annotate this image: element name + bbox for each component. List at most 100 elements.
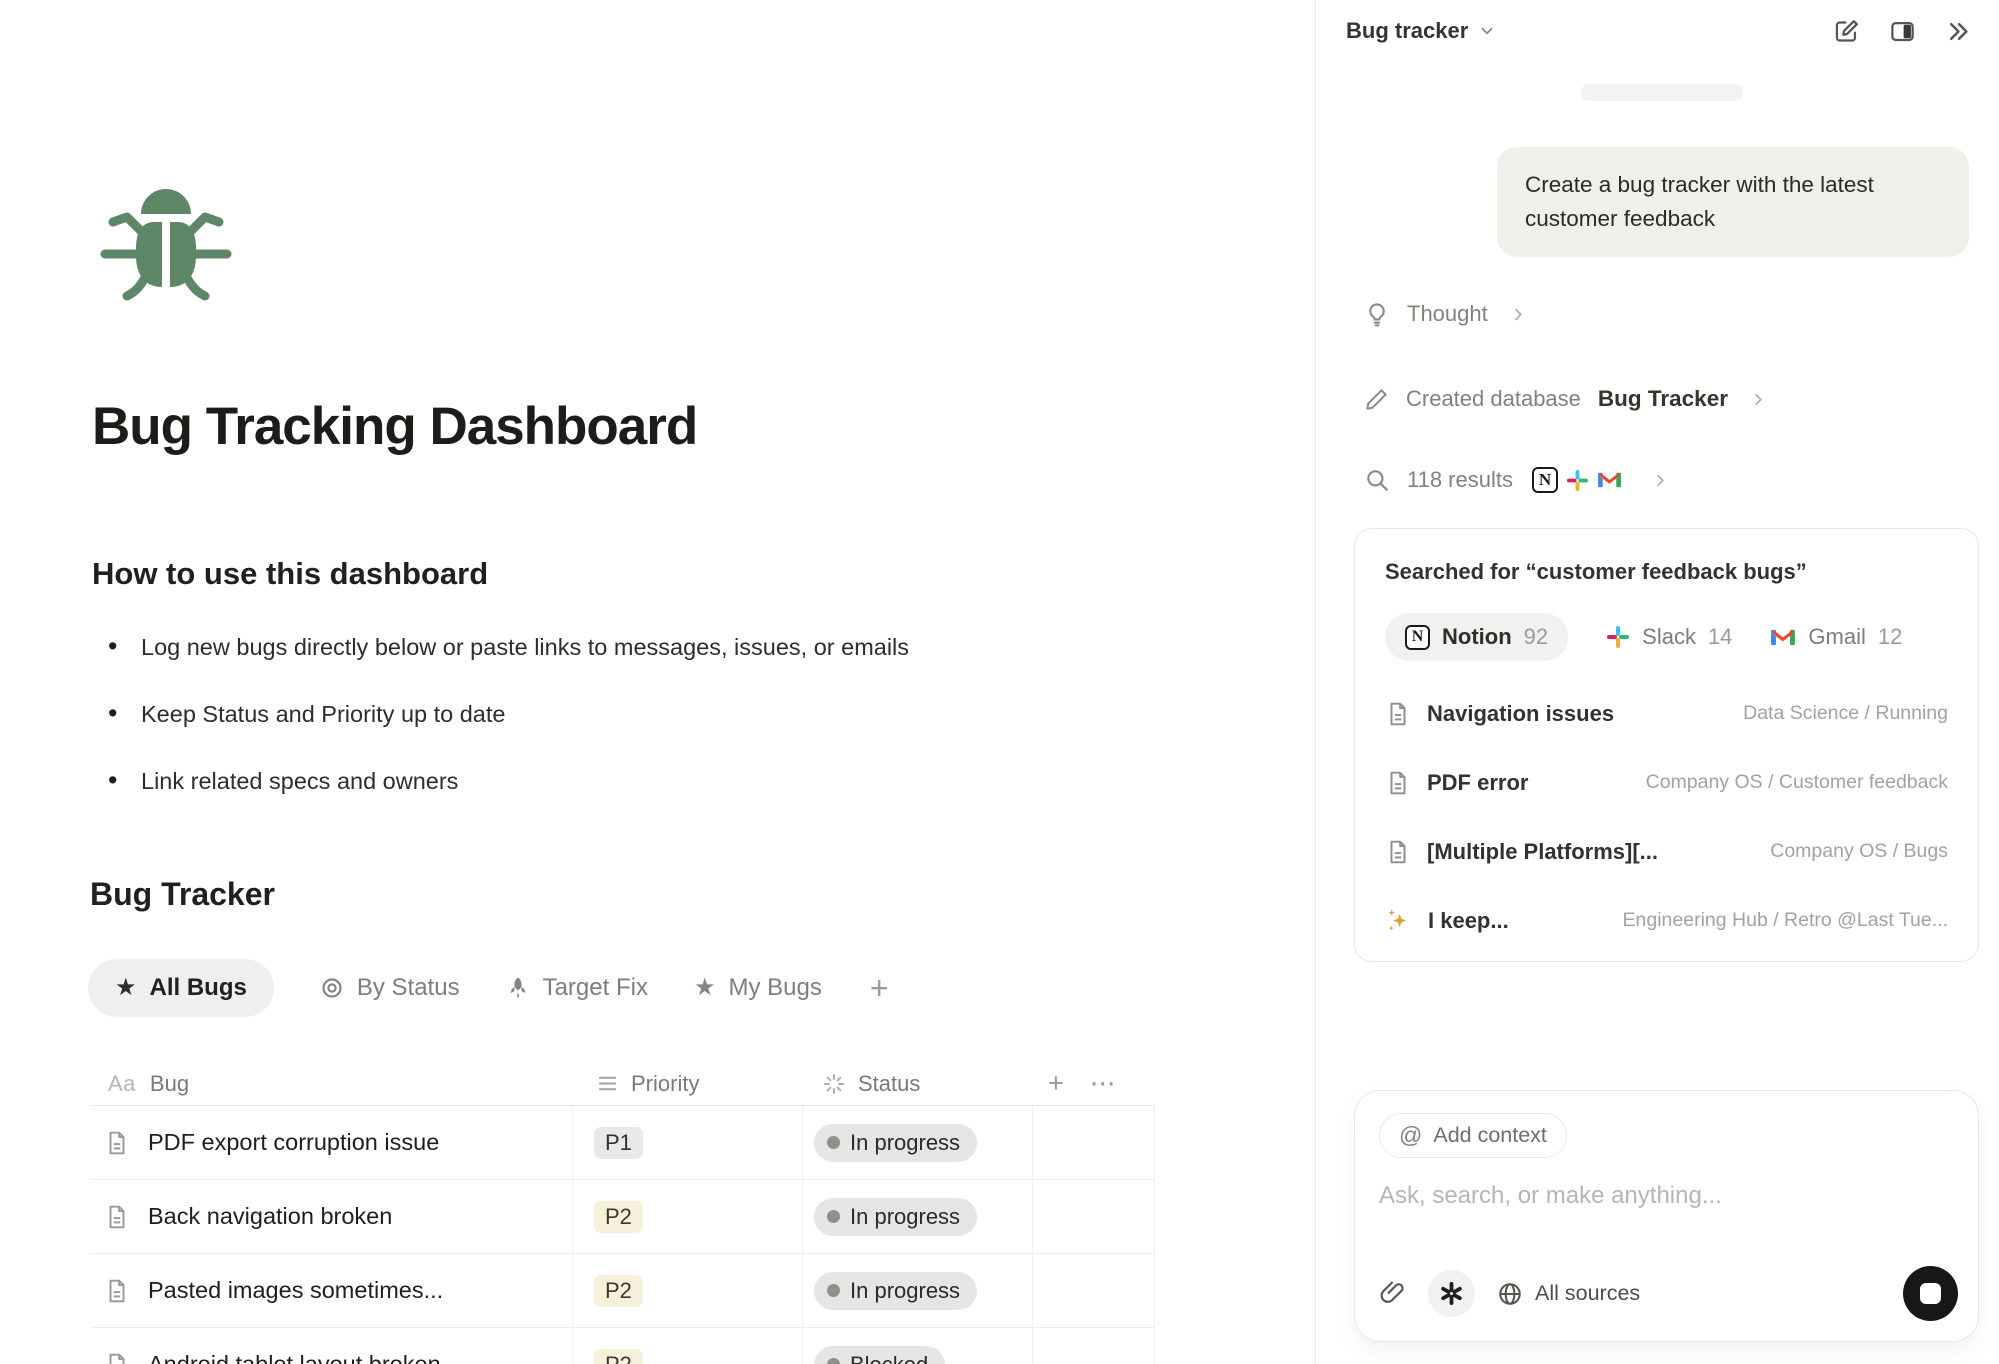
page-icon xyxy=(1385,839,1411,865)
notion-icon: N xyxy=(1405,625,1430,650)
toggle-panel-button[interactable] xyxy=(1887,16,1917,46)
view-tab-all-bugs[interactable]: ★ All Bugs xyxy=(88,959,274,1017)
add-context-button[interactable]: @ Add context xyxy=(1379,1113,1567,1158)
star-icon: ★ xyxy=(115,976,137,1000)
search-result-row[interactable]: PDF error Company OS / Customer feedback xyxy=(1385,748,1948,817)
search-result-row[interactable]: I keep... Engineering Hub / Retro @Last … xyxy=(1385,886,1948,955)
globe-icon xyxy=(1497,1281,1523,1307)
assistant-title-menu[interactable]: Bug tracker xyxy=(1346,18,1496,44)
openai-icon xyxy=(1438,1280,1465,1307)
table-options-button[interactable]: ⋯ xyxy=(1090,1068,1117,1099)
search-icon xyxy=(1364,467,1390,493)
search-card-title: Searched for “customer feedback bugs” xyxy=(1385,559,1948,585)
new-chat-button[interactable] xyxy=(1831,16,1861,46)
column-header-bug[interactable]: Aa Bug xyxy=(90,1071,572,1097)
add-column-button[interactable]: + xyxy=(1048,1068,1064,1099)
column-header-status[interactable]: Status xyxy=(802,1071,1032,1097)
page-icon xyxy=(1385,701,1411,727)
column-header-priority[interactable]: Priority xyxy=(572,1071,802,1097)
star-icon: ★ xyxy=(694,976,716,1000)
panel-header: Bug tracker xyxy=(1316,0,1999,62)
view-tab-label: Target Fix xyxy=(543,974,648,1002)
pencil-icon xyxy=(1364,387,1389,412)
priority-tag[interactable]: P2 xyxy=(594,1349,643,1364)
chevron-right-icon xyxy=(1749,390,1768,409)
notion-app: Bug Tracking Dashboard How to use this d… xyxy=(0,0,1999,1364)
search-result-row[interactable]: Navigation issues Data Science / Running xyxy=(1385,679,1948,748)
source-tab-slack[interactable]: Slack 14 xyxy=(1606,624,1732,650)
view-tab-label: All Bugs xyxy=(150,974,247,1002)
source-icons: N xyxy=(1532,467,1622,493)
priority-tag[interactable]: P1 xyxy=(594,1127,643,1159)
view-tab-label: My Bugs xyxy=(728,974,821,1002)
bullet-item[interactable]: Keep Status and Priority up to date xyxy=(97,699,1217,730)
paperclip-icon xyxy=(1379,1280,1406,1307)
page-icon xyxy=(104,1278,130,1304)
rocket-icon xyxy=(506,976,530,1000)
status-tag[interactable]: Blocked xyxy=(814,1346,945,1364)
all-sources-button[interactable]: All sources xyxy=(1497,1281,1640,1307)
status-tag[interactable]: In progress xyxy=(814,1124,977,1162)
document-area: Bug Tracking Dashboard How to use this d… xyxy=(0,0,1315,1364)
howto-bullet-list: Log new bugs directly below or paste lin… xyxy=(97,632,1217,833)
user-message-bubble: Create a bug tracker with the latest cus… xyxy=(1497,147,1969,257)
chevron-down-icon xyxy=(1478,22,1496,40)
bug-title: Android tablet layout broken xyxy=(148,1351,441,1364)
status-tag[interactable]: In progress xyxy=(814,1198,977,1236)
thought-label: Thought xyxy=(1407,301,1488,327)
stop-generation-button[interactable] xyxy=(1903,1266,1958,1321)
view-tab-label: By Status xyxy=(357,974,460,1002)
page-bug-icon[interactable] xyxy=(95,183,237,301)
gmail-icon xyxy=(1770,627,1796,648)
page-icon xyxy=(104,1204,130,1230)
attach-file-button[interactable] xyxy=(1379,1280,1406,1307)
status-dot-icon xyxy=(827,1210,840,1223)
add-view-button[interactable]: + xyxy=(870,970,889,1007)
sidebar-right-icon xyxy=(1889,18,1916,45)
table-row[interactable]: Android tablet layout broken P2 Blocked xyxy=(90,1328,1155,1364)
thought-step[interactable]: Thought xyxy=(1364,296,1528,332)
status-tag[interactable]: In progress xyxy=(814,1272,977,1310)
view-tab-by-status[interactable]: By Status xyxy=(320,974,460,1002)
search-results-card: Searched for “customer feedback bugs” N … xyxy=(1354,528,1979,962)
sparkles-icon xyxy=(1385,907,1412,934)
bullet-item[interactable]: Link related specs and owners xyxy=(97,766,1217,797)
source-tab-notion[interactable]: N Notion 92 xyxy=(1385,613,1568,661)
howto-heading[interactable]: How to use this dashboard xyxy=(92,556,488,592)
composer-toolbar: All sources xyxy=(1379,1266,1958,1321)
bug-title: PDF export corruption issue xyxy=(148,1129,439,1156)
model-selector-button[interactable] xyxy=(1428,1270,1475,1317)
page-icon xyxy=(104,1352,130,1364)
view-tab-my-bugs[interactable]: ★ My Bugs xyxy=(694,974,822,1002)
column-divider xyxy=(1032,1106,1033,1364)
priority-tag[interactable]: P2 xyxy=(594,1201,643,1233)
gmail-icon xyxy=(1597,470,1622,490)
text-type-icon: Aa xyxy=(108,1071,136,1097)
double-chevron-right-icon xyxy=(1945,18,1972,45)
source-tab-gmail[interactable]: Gmail 12 xyxy=(1770,624,1902,650)
bug-title: Back navigation broken xyxy=(148,1203,392,1230)
view-tab-target-fix[interactable]: Target Fix xyxy=(506,974,648,1002)
table-row[interactable]: Back navigation broken P2 In progress xyxy=(90,1180,1155,1254)
ask-input[interactable] xyxy=(1379,1182,1925,1210)
created-database-name: Bug Tracker xyxy=(1598,386,1728,412)
lightbulb-icon xyxy=(1364,301,1390,327)
created-label: Created database xyxy=(1406,386,1581,412)
status-dot-icon xyxy=(827,1136,840,1149)
table-row[interactable]: PDF export corruption issue P1 In progre… xyxy=(90,1106,1155,1180)
search-results-step[interactable]: 118 results N xyxy=(1364,462,1670,498)
at-icon: @ xyxy=(1399,1122,1422,1149)
bullet-item[interactable]: Log new bugs directly below or paste lin… xyxy=(97,632,1217,663)
created-database-step[interactable]: Created database Bug Tracker xyxy=(1364,381,1768,417)
table-header-row: Aa Bug Priority Status xyxy=(90,1062,1155,1106)
column-divider xyxy=(1154,1106,1155,1364)
search-result-row[interactable]: [Multiple Platforms][... Company OS / Bu… xyxy=(1385,817,1948,886)
tracker-heading[interactable]: Bug Tracker xyxy=(90,876,275,913)
table-row[interactable]: Pasted images sometimes... P2 In progres… xyxy=(90,1254,1155,1328)
status-dot-icon xyxy=(827,1358,840,1364)
priority-tag[interactable]: P2 xyxy=(594,1275,643,1307)
page-title[interactable]: Bug Tracking Dashboard xyxy=(92,396,697,457)
status-spinner-icon xyxy=(822,1072,846,1096)
collapse-panel-button[interactable] xyxy=(1943,16,1973,46)
results-count-label: 118 results xyxy=(1407,467,1513,493)
